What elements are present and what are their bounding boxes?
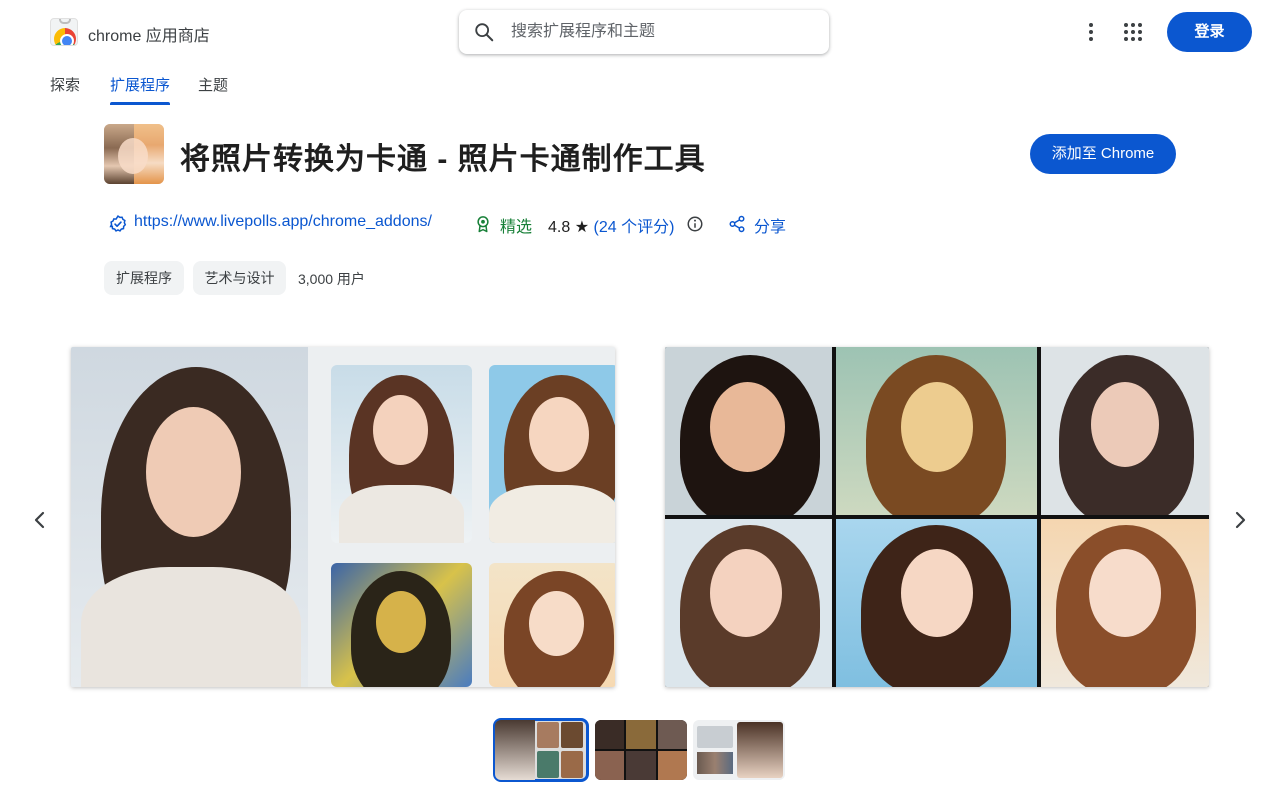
cartoon-tile-1 [665,347,832,515]
cartoon-style-painting [331,563,472,687]
more-options-icon[interactable] [1079,20,1103,44]
cartoon-style-3d [331,365,472,543]
rating-count-link[interactable]: (24 个评分) [594,219,675,236]
thumbnail-1[interactable] [493,718,589,782]
search-icon [475,23,494,42]
chrome-web-store-logo[interactable] [50,18,78,46]
extension-title: 将照片转换为卡通 - 照片卡通制作工具 [180,143,706,176]
cartoon-tile-5 [836,519,1037,687]
tab-extensions[interactable]: 扩展程序 [110,74,171,105]
carousel-prev-icon[interactable] [28,508,52,532]
extension-icon [104,124,164,184]
category-chip-art-design[interactable]: 艺术与设计 [193,261,286,295]
nav-tabs: 探索 扩展程序 主题 [0,64,1280,105]
google-apps-icon[interactable] [1121,20,1145,44]
add-to-chrome-button[interactable]: 添加至 Chrome [1030,134,1176,174]
top-bar: chrome 应用商店 登录 [0,0,1280,64]
screenshot-2[interactable] [665,347,1209,687]
featured-label: 精选 [500,219,533,236]
share-label: 分享 [754,219,787,236]
info-icon[interactable] [686,215,704,233]
search-input[interactable] [511,20,811,44]
verified-badge-icon [109,215,127,232]
featured-ribbon-icon [477,216,489,233]
rating-value: 4.8 [548,219,571,236]
cartoon-tile-6 [1041,519,1209,687]
cartoon-tile-4 [665,519,832,687]
login-button[interactable]: 登录 [1167,12,1252,52]
rating-summary: 4.8 ★ (24 个评分) [548,213,675,236]
original-photo [71,347,308,687]
thumbnail-2[interactable] [595,720,687,780]
cartoon-tile-2 [836,347,1037,515]
cartoon-style-comic [489,365,615,543]
screenshot-1[interactable] [71,347,615,687]
star-icon: ★ [574,219,590,236]
search-box[interactable] [459,10,829,54]
cartoon-tile-3 [1041,347,1209,515]
share-icon [729,215,745,233]
cartoon-style-anime [489,563,615,687]
store-brand-name[interactable]: chrome 应用商店 [88,22,210,46]
user-count: 3,000 用户 [298,271,365,287]
tab-explore[interactable]: 探索 [50,74,80,95]
carousel-next-icon[interactable] [1228,508,1252,532]
developer-website-text: https://www.livepolls.app/chrome_addons/ [134,213,432,230]
category-chip-extensions[interactable]: 扩展程序 [104,261,184,295]
thumbnail-3[interactable] [693,720,785,780]
tab-themes[interactable]: 主题 [198,74,228,95]
